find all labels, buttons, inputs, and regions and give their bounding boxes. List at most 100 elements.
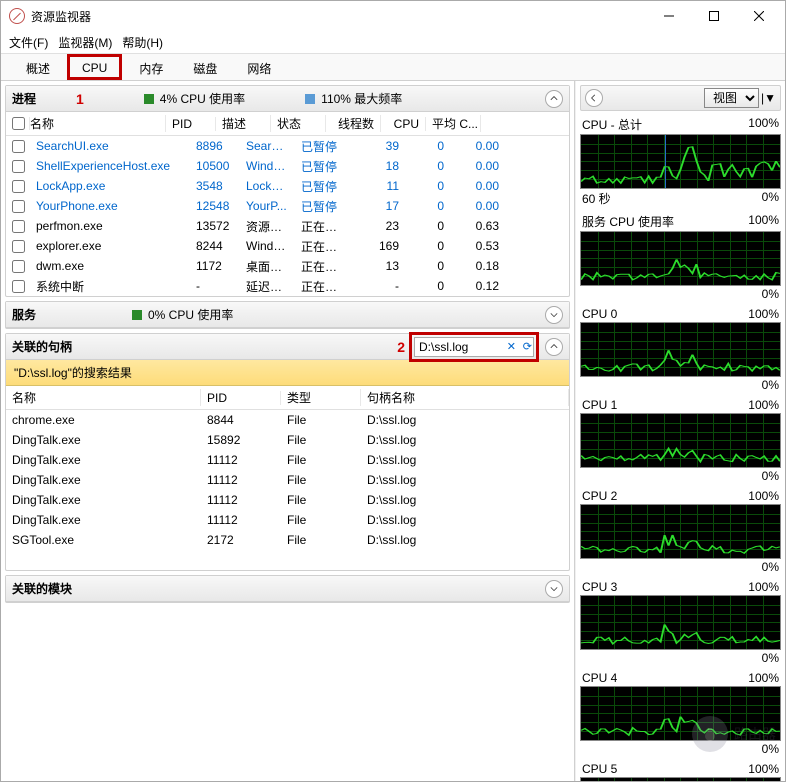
process-row[interactable]: LockApp.exe 3548 LockA... 已暂停 11 0 0.00 xyxy=(6,176,569,196)
clear-search-icon[interactable]: ✕ xyxy=(507,340,516,353)
process-cpu: 0 xyxy=(405,139,450,153)
tab-network[interactable]: 网络 xyxy=(232,55,286,81)
col-avg[interactable]: 平均 C... xyxy=(426,115,481,132)
max-freq-text: 110% 最大频率 xyxy=(321,90,402,107)
process-desc: Windo... xyxy=(240,239,295,253)
tab-memory[interactable]: 内存 xyxy=(124,55,178,81)
services-header[interactable]: 服务 0% CPU 使用率 xyxy=(6,302,569,328)
process-avg: 0.00 xyxy=(450,159,505,173)
process-pid: 8896 xyxy=(190,139,240,153)
menu-file[interactable]: 文件(F) xyxy=(9,34,48,51)
process-cpu: 0 xyxy=(405,279,450,293)
handle-row[interactable]: DingTalk.exe 11112 File D:\ssl.log xyxy=(6,450,569,470)
modules-panel: 关联的模块 xyxy=(5,575,570,603)
close-button[interactable] xyxy=(736,2,781,30)
process-row[interactable]: dwm.exe 1172 桌面窗... 正在运行 13 0 0.18 xyxy=(6,256,569,276)
view-select[interactable]: 视图 xyxy=(704,88,759,108)
process-cpu: 0 xyxy=(405,239,450,253)
process-row[interactable]: explorer.exe 8244 Windo... 正在运行 169 0 0.… xyxy=(6,236,569,256)
tab-disk[interactable]: 磁盘 xyxy=(178,55,232,81)
process-avg: 0.00 xyxy=(450,139,505,153)
collapse-graphs-button[interactable] xyxy=(585,89,603,107)
process-desc: 延迟过... xyxy=(240,278,295,295)
handle-hname: D:\ssl.log xyxy=(361,513,569,527)
annotation-2: 2 xyxy=(397,339,405,355)
handle-row[interactable]: DingTalk.exe 11112 File D:\ssl.log xyxy=(6,510,569,530)
process-threads: 11 xyxy=(350,179,405,193)
process-checkbox[interactable] xyxy=(12,160,25,173)
col-pid[interactable]: PID xyxy=(166,117,216,131)
tab-bar: 概述 CPU 内存 磁盘 网络 xyxy=(1,53,785,81)
handle-search-input[interactable] xyxy=(414,337,534,357)
graph-canvas xyxy=(580,686,781,741)
process-threads: 18 xyxy=(350,159,405,173)
collapse-button[interactable] xyxy=(545,90,563,108)
col-cpu[interactable]: CPU xyxy=(381,117,426,131)
process-checkbox[interactable] xyxy=(12,200,25,213)
process-row[interactable]: perfmon.exe 13572 资源和... 正在运行 23 0 0.63 xyxy=(6,216,569,236)
services-panel: 服务 0% CPU 使用率 xyxy=(5,301,570,329)
maximize-button[interactable] xyxy=(691,2,736,30)
col-name[interactable]: 名称 xyxy=(6,115,166,132)
minimize-button[interactable] xyxy=(646,2,691,30)
menu-bar: 文件(F) 监视器(M) 帮助(H) xyxy=(1,31,785,53)
process-checkbox[interactable] xyxy=(12,260,25,273)
handle-hname: D:\ssl.log xyxy=(361,533,569,547)
menu-help[interactable]: 帮助(H) xyxy=(122,34,163,51)
handle-row[interactable]: chrome.exe 8844 File D:\ssl.log xyxy=(6,410,569,430)
col-status[interactable]: 状态 xyxy=(271,115,326,132)
tab-overview[interactable]: 概述 xyxy=(11,55,65,81)
dropdown-icon[interactable]: |▼ xyxy=(761,91,776,105)
modules-header[interactable]: 关联的模块 xyxy=(6,576,569,602)
hcol-hname[interactable]: 句柄名称 xyxy=(361,389,569,406)
hcol-type[interactable]: 类型 xyxy=(281,389,361,406)
expand-button[interactable] xyxy=(545,580,563,598)
process-row[interactable]: 系统中断 - 延迟过... 正在运行 - 0 0.12 xyxy=(6,276,569,296)
handle-name: DingTalk.exe xyxy=(6,513,201,527)
process-status: 已暂停 xyxy=(295,158,350,175)
processes-header[interactable]: 进程 1 4% CPU 使用率 110% 最大频率 xyxy=(6,86,569,112)
handle-name: DingTalk.exe xyxy=(6,493,201,507)
graph-title: CPU 4 xyxy=(582,671,617,685)
handle-row[interactable]: SGTool.exe 2172 File D:\ssl.log xyxy=(6,530,569,550)
process-table-header: 名称 PID 描述 状态 线程数 CPU 平均 C... xyxy=(6,112,569,136)
handle-name: DingTalk.exe xyxy=(6,453,201,467)
process-checkbox[interactable] xyxy=(12,140,25,153)
handle-hname: D:\ssl.log xyxy=(361,413,569,427)
process-checkbox[interactable] xyxy=(12,240,25,253)
handle-hname: D:\ssl.log xyxy=(361,473,569,487)
window-title: 资源监视器 xyxy=(31,8,646,25)
expand-button[interactable] xyxy=(545,306,563,324)
handle-row[interactable]: DingTalk.exe 11112 File D:\ssl.log xyxy=(6,490,569,510)
graph-foot-right: 0% xyxy=(762,287,779,301)
process-row[interactable]: YourPhone.exe 12548 YourP... 已暂停 17 0 0.… xyxy=(6,196,569,216)
process-checkbox[interactable] xyxy=(12,180,25,193)
process-row[interactable]: ShellExperienceHost.exe 10500 Windo... 已… xyxy=(6,156,569,176)
handle-row[interactable]: DingTalk.exe 11112 File D:\ssl.log xyxy=(6,470,569,490)
handle-pid: 11112 xyxy=(201,493,281,507)
cpu-graph: CPU 5100% xyxy=(580,761,781,781)
menu-monitor[interactable]: 监视器(M) xyxy=(58,34,112,51)
handle-type: File xyxy=(281,433,361,447)
hcol-name[interactable]: 名称 xyxy=(6,389,201,406)
process-row[interactable]: SearchUI.exe 8896 Search... 已暂停 39 0 0.0… xyxy=(6,136,569,156)
process-checkbox[interactable] xyxy=(12,220,25,233)
process-threads: 169 xyxy=(350,239,405,253)
handles-header[interactable]: 关联的句柄 2 ✕ ⟳ xyxy=(6,334,569,360)
app-icon xyxy=(9,8,25,24)
handle-row[interactable]: DingTalk.exe 15892 File D:\ssl.log xyxy=(6,430,569,450)
process-desc: Windo... xyxy=(240,159,295,173)
process-status: 已暂停 xyxy=(295,198,350,215)
process-checkbox[interactable] xyxy=(12,280,25,293)
col-threads[interactable]: 线程数 xyxy=(326,115,381,132)
tab-cpu[interactable]: CPU xyxy=(82,59,107,77)
title-bar: 资源监视器 xyxy=(1,1,785,31)
handle-pid: 15892 xyxy=(201,433,281,447)
refresh-search-icon[interactable]: ⟳ xyxy=(523,340,532,353)
cpu-usage-text: 4% CPU 使用率 xyxy=(160,90,245,107)
hcol-pid[interactable]: PID xyxy=(201,391,281,405)
col-desc[interactable]: 描述 xyxy=(216,115,271,132)
collapse-button[interactable] xyxy=(545,338,563,356)
process-pid: 12548 xyxy=(190,199,240,213)
processes-title: 进程 xyxy=(12,90,72,107)
